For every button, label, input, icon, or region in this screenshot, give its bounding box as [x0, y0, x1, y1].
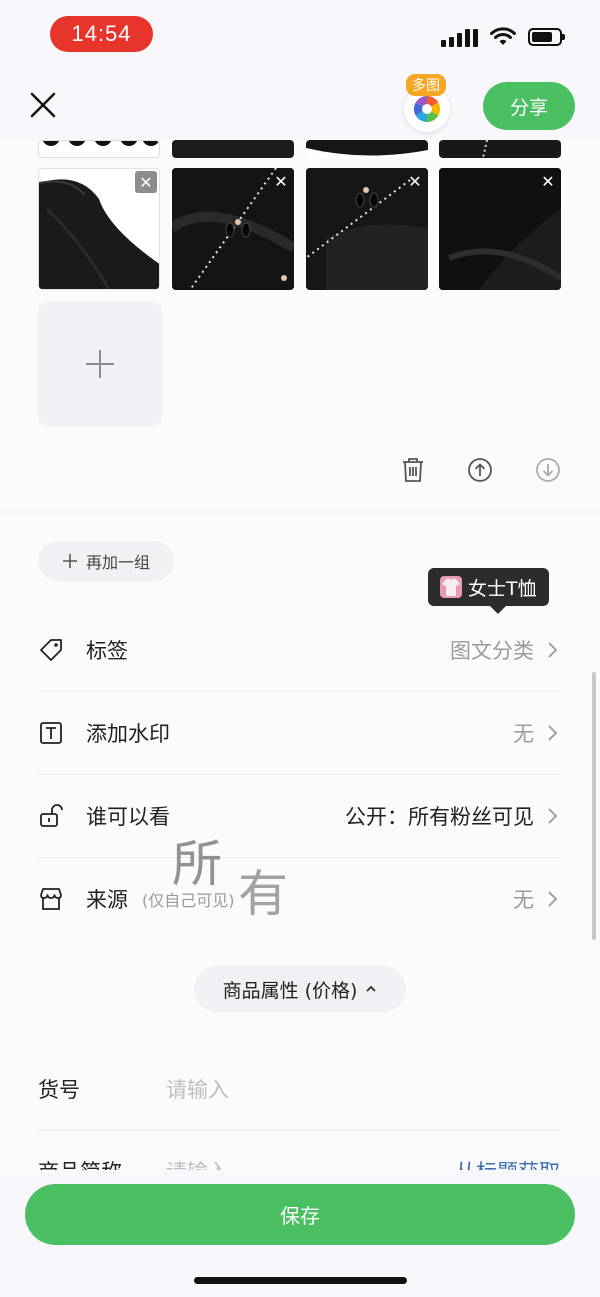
overlay-character: 所: [172, 835, 222, 893]
field-sku[interactable]: 货号 请输入: [38, 1048, 560, 1131]
status-bar: 14:54: [0, 0, 600, 72]
tag-icon: [40, 638, 62, 661]
footer: 保存: [0, 1170, 600, 1297]
chevron-right-icon: [548, 724, 558, 741]
plus-icon: [86, 350, 114, 378]
add-group-button[interactable]: 再加一组: [38, 541, 174, 581]
row-value: 无: [513, 721, 534, 746]
image-thumbnail[interactable]: [439, 140, 561, 158]
attr-toggle-label: 商品属性 (价格): [222, 979, 358, 1002]
chevron-right-icon: [548, 890, 558, 907]
row-watermark[interactable]: 添加水印 无: [38, 691, 560, 775]
image-thumbnail[interactable]: ✕: [38, 168, 160, 290]
scrollbar[interactable]: [592, 672, 596, 940]
tooltip-text: 女士T恤: [468, 577, 537, 600]
field-label: 货号: [38, 1078, 80, 1102]
product-attributes-toggle[interactable]: 商品属性 (价格): [194, 966, 406, 1012]
row-value: 无: [513, 887, 534, 912]
overlay-character: 有: [238, 865, 288, 923]
row-label: 添加水印: [86, 721, 170, 746]
save-button[interactable]: 保存: [25, 1184, 575, 1245]
battery-icon: [528, 28, 565, 46]
row-value: 图文分类: [450, 638, 534, 663]
row-tags[interactable]: 标签 图文分类: [38, 608, 560, 692]
category-tooltip: 女士T恤: [428, 568, 549, 614]
time-pill[interactable]: 14:54: [50, 16, 153, 52]
image-thumbnail[interactable]: [306, 140, 428, 158]
image-thumbnail[interactable]: ✕: [172, 168, 294, 290]
image-grid: ✕ ✕ ✕ ✕: [0, 140, 600, 508]
share-button[interactable]: 分享: [483, 82, 575, 130]
row-visibility[interactable]: 谁可以看 公开：所有粉丝可见: [38, 774, 560, 858]
multi-image-button[interactable]: 多图: [402, 72, 454, 132]
tshirt-icon: [440, 576, 462, 598]
cellular-signal-icon: [441, 27, 478, 47]
row-label: 谁可以看: [86, 804, 170, 829]
multi-image-badge: 多图: [406, 74, 446, 96]
system-icons: [441, 27, 565, 47]
plus-icon: [62, 554, 77, 568]
row-value: 公开：所有粉丝可见: [345, 804, 534, 829]
move-up-icon[interactable]: [467, 457, 493, 483]
wifi-icon: [490, 27, 516, 45]
delete-image-icon[interactable]: ✕: [135, 171, 157, 193]
move-down-icon[interactable]: [535, 457, 561, 483]
home-indicator[interactable]: [194, 1277, 407, 1284]
text-box-icon: [40, 721, 62, 744]
delete-image-icon[interactable]: ✕: [537, 170, 559, 192]
add-group-label: 再加一组: [85, 553, 150, 572]
row-label: 来源: [86, 887, 128, 912]
image-thumbnail[interactable]: [172, 140, 294, 158]
chevron-right-icon: [548, 807, 558, 824]
sku-input[interactable]: 请输入: [166, 1074, 229, 1104]
row-label: 标签: [86, 638, 128, 663]
image-thumbnail[interactable]: ✕: [306, 168, 428, 290]
top-nav: 多图 分享: [0, 72, 600, 138]
add-image-button[interactable]: [38, 302, 162, 426]
image-thumbnail[interactable]: [38, 140, 160, 158]
settings-section: 再加一组 女士T恤 标签 图文分类 添加水印 无 谁可以看 公开：所有粉丝可见 …: [0, 516, 600, 1196]
store-icon: [40, 887, 62, 910]
chevron-up-icon: [366, 985, 377, 992]
trash-icon[interactable]: [400, 457, 426, 483]
delete-image-icon[interactable]: ✕: [270, 170, 292, 192]
row-source[interactable]: 来源 (仅自己可见) 无: [38, 857, 560, 940]
close-icon[interactable]: [28, 90, 58, 120]
unlock-icon: [40, 803, 63, 827]
chevron-right-icon: [548, 641, 558, 658]
delete-image-icon[interactable]: ✕: [404, 170, 426, 192]
image-thumbnail[interactable]: ✕: [439, 168, 561, 290]
